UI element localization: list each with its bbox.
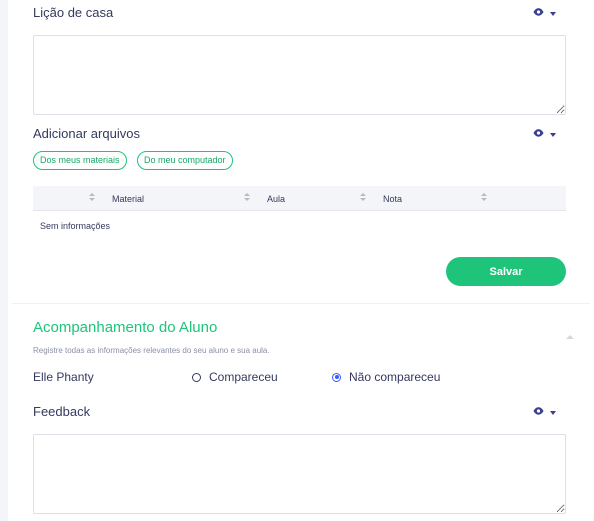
sort-icon[interactable]	[481, 193, 487, 203]
column-header-aula: Aula	[267, 194, 286, 204]
sort-icon[interactable]	[89, 193, 95, 203]
section-divider	[12, 303, 590, 304]
attendance-option-attended[interactable]: Compareceu	[192, 370, 278, 384]
student-name: Elle Phanty	[33, 370, 94, 384]
sort-icon[interactable]	[244, 193, 250, 203]
attendance-label-attended: Compareceu	[209, 370, 278, 384]
from-my-computer-button[interactable]: Do meu computador	[137, 151, 233, 170]
caret-down-icon	[550, 132, 556, 137]
radio-button-selected[interactable]	[332, 372, 341, 382]
attendance-option-not-attended[interactable]: Não compareceu	[332, 370, 440, 384]
eye-icon	[533, 129, 544, 137]
caret-down-icon	[550, 410, 556, 415]
files-visibility-toggle[interactable]	[533, 129, 556, 137]
chevron-up-icon[interactable]	[566, 335, 574, 339]
eye-icon	[533, 407, 544, 415]
feedback-visibility-toggle[interactable]	[533, 407, 556, 415]
homework-textarea[interactable]	[33, 35, 566, 115]
sort-icon[interactable]	[360, 193, 366, 203]
homework-visibility-toggle[interactable]	[533, 8, 556, 16]
homework-label: Lição de casa	[33, 5, 114, 20]
radio-button[interactable]	[192, 372, 201, 382]
empty-table-message: Sem informações	[40, 221, 111, 231]
add-files-label: Adicionar arquivos	[33, 126, 140, 141]
student-followup-subtitle: Registre todas as informações relevantes…	[33, 346, 270, 355]
attendance-label-not-attended: Não compareceu	[349, 370, 441, 384]
caret-down-icon	[550, 11, 556, 16]
left-rail	[0, 0, 8, 521]
column-header-material: Material	[112, 194, 145, 204]
files-table-header: Material Aula Nota	[33, 186, 566, 211]
lesson-form: Lição de casa Adicionar arquivos Dos meu…	[8, 0, 594, 521]
save-button[interactable]: Salvar	[446, 257, 566, 286]
feedback-label: Feedback	[33, 404, 91, 419]
eye-icon	[533, 8, 544, 16]
student-followup-title: Acompanhamento do Aluno	[33, 319, 218, 336]
feedback-textarea[interactable]	[33, 434, 566, 514]
from-my-materials-button[interactable]: Dos meus materiais	[33, 151, 127, 170]
column-header-nota: Nota	[383, 194, 403, 204]
